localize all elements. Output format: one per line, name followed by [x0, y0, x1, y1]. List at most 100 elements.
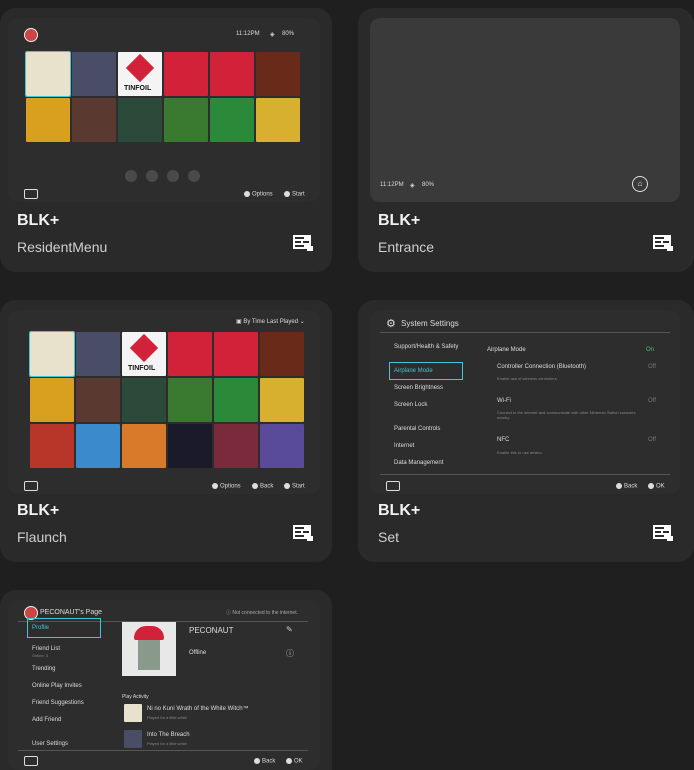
- game-tile[interactable]: TINFOIL: [122, 332, 166, 376]
- screenshot-residentmenu: 11:12PM ◈ 80% TINFOIL Options Start: [8, 18, 320, 202]
- hint-options: Options: [220, 483, 241, 490]
- game-tile[interactable]: [29, 331, 75, 377]
- hint-options: Options: [252, 191, 273, 198]
- profile-menu-item[interactable]: User Settings: [32, 741, 68, 747]
- option-label[interactable]: Wi-Fi: [497, 398, 511, 404]
- card-title: BLK+: [17, 502, 60, 519]
- edit-icon[interactable]: ✎: [286, 625, 293, 634]
- game-tile[interactable]: [214, 424, 258, 468]
- profile-menu-item[interactable]: Trending: [32, 666, 55, 672]
- game-tile[interactable]: [168, 332, 212, 376]
- option-label[interactable]: Controller Connection (Bluetooth): [497, 364, 586, 370]
- game-tile[interactable]: [210, 98, 254, 142]
- game-tile[interactable]: [122, 378, 166, 422]
- hint-ok: OK: [294, 758, 303, 765]
- x-button-icon: [212, 483, 218, 489]
- profile-menu-item[interactable]: Friend Suggestions: [32, 700, 84, 706]
- news-icon[interactable]: [125, 170, 137, 182]
- game-tile[interactable]: [168, 378, 212, 422]
- game-tile[interactable]: [25, 51, 71, 97]
- game-tile[interactable]: [76, 332, 120, 376]
- settings-menu-item[interactable]: Screen Brightness: [394, 385, 443, 391]
- game-tile[interactable]: [214, 378, 258, 422]
- game-tile[interactable]: [256, 52, 300, 96]
- profile-menu-item[interactable]: Profile: [32, 625, 49, 631]
- game-tile[interactable]: [214, 332, 258, 376]
- profile-menu-item[interactable]: Add Friend: [32, 717, 61, 723]
- presence-status: Offline: [189, 650, 207, 656]
- divider: [380, 332, 670, 333]
- hint-start: Start: [292, 483, 305, 490]
- card-entrance[interactable]: 11:12PM ◈ 80% ⌂ BLK+ Entrance: [358, 8, 694, 272]
- option-label[interactable]: Airplane Mode: [487, 347, 526, 353]
- card-title: BLK+: [378, 502, 421, 519]
- card-subtitle: Set: [378, 529, 400, 545]
- console-icon: [24, 189, 38, 199]
- game-tile[interactable]: [30, 378, 74, 422]
- profile-menu-item[interactable]: Online Play Invites: [32, 683, 82, 689]
- a-button-icon: [286, 758, 292, 764]
- settings-menu-item[interactable]: Data Management: [394, 460, 443, 466]
- game-tile[interactable]: [164, 98, 208, 142]
- hint-back: Back: [260, 483, 274, 490]
- activity-title[interactable]: Ni no Kuni Wrath of the White Witch™: [147, 706, 249, 712]
- option-description: Enable this to use amiibo.: [497, 450, 543, 455]
- gallery-icon[interactable]: [292, 234, 314, 252]
- game-tile[interactable]: [118, 98, 162, 142]
- game-tile[interactable]: [72, 98, 116, 142]
- wifi-icon: ◈: [410, 183, 415, 189]
- shop-icon[interactable]: [146, 170, 158, 182]
- divider: [380, 474, 670, 475]
- avatar: [24, 28, 38, 42]
- settings-menu-item[interactable]: Screen Lock: [394, 402, 427, 408]
- card-set[interactable]: ⚙ System Settings Support/Health & Safet…: [358, 300, 694, 562]
- help-icon[interactable]: ⓘ: [286, 648, 294, 659]
- screenshot-profile: PECONAUT's Page ⓘ Not connected to the i…: [8, 600, 320, 770]
- controller-icon[interactable]: [167, 170, 179, 182]
- game-tile[interactable]: [256, 98, 300, 142]
- settings-menu-item[interactable]: Airplane Mode: [394, 368, 433, 374]
- game-tile[interactable]: [122, 424, 166, 468]
- profile-name: PECONAUT: [189, 626, 234, 635]
- screenshot-set: ⚙ System Settings Support/Health & Safet…: [370, 310, 680, 494]
- game-tile[interactable]: [26, 98, 70, 142]
- game-thumbnail: [124, 730, 142, 748]
- game-tile[interactable]: [72, 52, 116, 96]
- screenshot-flaunch: ▣ By Time Last Played ⌄ TINFOIL Options …: [8, 310, 320, 494]
- game-tile[interactable]: [260, 378, 304, 422]
- game-tile[interactable]: [76, 424, 120, 468]
- profile-menu-item[interactable]: Friend List: [32, 646, 60, 652]
- game-tile[interactable]: [210, 52, 254, 96]
- activity-title[interactable]: Into The Breach: [147, 732, 190, 738]
- gallery-icon[interactable]: [652, 524, 674, 542]
- settings-menu-item[interactable]: Parental Controls: [394, 426, 440, 432]
- option-value: On: [646, 347, 655, 353]
- game-tile[interactable]: [168, 424, 212, 468]
- b-button-icon: [254, 758, 260, 764]
- console-icon: [24, 481, 38, 491]
- settings-menu-item[interactable]: Internet: [394, 443, 414, 449]
- card-title: BLK+: [17, 212, 60, 229]
- card-title: BLK+: [378, 212, 421, 229]
- sort-label: By Time Last Played: [243, 319, 299, 325]
- settings-menu-item[interactable]: Support/Health & Safety: [394, 344, 458, 350]
- card-flaunch[interactable]: ▣ By Time Last Played ⌄ TINFOIL Options …: [0, 300, 332, 562]
- card-subtitle: ResidentMenu: [17, 239, 108, 255]
- card-residentmenu[interactable]: 11:12PM ◈ 80% TINFOIL Options Start BLK+…: [0, 8, 332, 272]
- plus-button-icon: [284, 191, 290, 197]
- game-tile[interactable]: [260, 332, 304, 376]
- game-tile[interactable]: [76, 378, 120, 422]
- option-label[interactable]: NFC: [497, 437, 509, 443]
- gallery-icon[interactable]: [292, 524, 314, 542]
- home-icon[interactable]: ⌂: [632, 176, 648, 192]
- gallery-icon[interactable]: [652, 234, 674, 252]
- game-tile[interactable]: [164, 52, 208, 96]
- battery-label: 80%: [422, 182, 435, 188]
- game-tile[interactable]: [260, 424, 304, 468]
- card-profile[interactable]: PECONAUT's Page ⓘ Not connected to the i…: [0, 590, 332, 770]
- connection-status: Not connected to the internet.: [232, 610, 298, 616]
- game-tile[interactable]: TINFOIL: [118, 52, 162, 96]
- power-icon[interactable]: [188, 170, 200, 182]
- game-tile[interactable]: [30, 424, 74, 468]
- option-description: Connect to the internet and communicate …: [497, 410, 636, 420]
